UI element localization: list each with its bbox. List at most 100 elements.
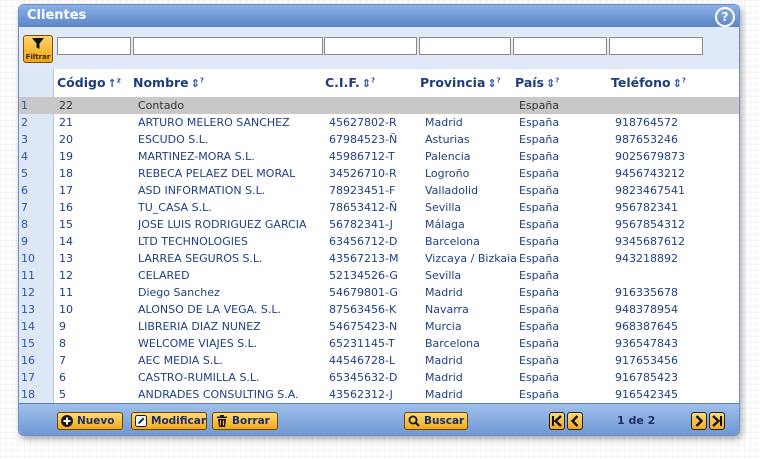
cell-codigo: 5 [59, 388, 66, 401]
cell-pais: España [519, 388, 560, 401]
first-page-button[interactable] [549, 412, 565, 430]
column-header-codigo[interactable]: Código ↑z [57, 75, 121, 90]
cell-cif: 65345632-D [329, 371, 398, 384]
cell-telefono: 9567854312 [615, 218, 685, 231]
cell-telefono: 9823467541 [615, 184, 685, 197]
table-row[interactable]: 5 18 REBECA PELAEZ DEL MORAL 34526710-R Logr… [19, 165, 739, 182]
buscar-button-label: Buscar [424, 415, 465, 427]
cell-codigo: 14 [59, 235, 73, 248]
row-number: 12 [21, 286, 35, 299]
column-header-provincia-label: Provincia [420, 75, 486, 90]
column-header-cif[interactable]: C.I.F. ⇕? [325, 75, 375, 90]
table-row[interactable]: 16 7 AEC MEDIA S.L. 44546728-L Madrid España 9… [19, 352, 739, 369]
cell-codigo: 13 [59, 252, 73, 265]
cell-nombre: ASD INFORMATION S.L. [138, 184, 266, 197]
cell-codigo: 15 [59, 218, 73, 231]
row-number: 16 [21, 354, 35, 367]
cell-telefono: 968387645 [615, 320, 678, 333]
borrar-button[interactable]: Borrar [212, 412, 278, 430]
table-row[interactable]: 2 21 ARTURO MELERO SANCHEZ 45627802-R Madrid… [19, 114, 739, 131]
cell-provincia: Málaga [425, 218, 465, 231]
cell-nombre: WELCOME VIAJES S.L. [138, 337, 258, 350]
cell-pais: España [519, 371, 560, 384]
table-row[interactable]: 12 11 Diego Sanchez 54679801-G Madrid España 9… [19, 284, 739, 301]
row-number: 15 [21, 337, 35, 350]
cell-pais: España [519, 337, 560, 350]
cell-provincia: Madrid [425, 388, 463, 401]
filter-codigo-input[interactable] [57, 37, 131, 55]
sort-toggle-icon[interactable]: ⇕? [673, 76, 686, 90]
table-row[interactable]: 14 9 LIBRERIA DIAZ NUNEZ 54675423-N Murcia Es… [19, 318, 739, 335]
cell-provincia: Barcelona [425, 235, 480, 248]
table-row[interactable]: 7 16 TU_CASA S.L. 78653412-Ñ Sevilla España 95… [19, 199, 739, 216]
cell-provincia: Madrid [425, 286, 463, 299]
cell-cif: 87563456-K [329, 303, 397, 316]
sort-ascending-icon[interactable]: ↑z [108, 76, 121, 90]
filter-button[interactable]: Filtrar [23, 35, 53, 63]
row-number: 10 [21, 252, 35, 265]
cell-pais: España [519, 303, 560, 316]
column-header-provincia[interactable]: Provincia ⇕? [420, 75, 501, 90]
cell-provincia: Murcia [425, 320, 462, 333]
column-header-telefono[interactable]: Teléfono ⇕? [611, 75, 686, 90]
cell-cif: 63456712-D [329, 235, 398, 248]
next-page-icon [695, 415, 704, 427]
column-header-nombre[interactable]: Nombre ⇕? [133, 75, 204, 90]
clientes-window: Clientes ? Filtrar Código ↑z Nombre ⇕? C.I… [18, 4, 740, 436]
table-row[interactable]: 8 15 JOSE LUIS RODRIGUEZ GARCIA 56782341-J M… [19, 216, 739, 233]
cell-telefono: 918764572 [615, 116, 678, 129]
cell-nombre: MARTINEZ-MORA S.L. [138, 150, 255, 163]
sort-toggle-icon[interactable]: ⇕? [191, 76, 204, 90]
table-row[interactable]: 1 22 Contado España [19, 97, 739, 114]
row-number: 3 [21, 133, 28, 146]
filter-provincia-input[interactable] [419, 37, 511, 55]
cell-provincia: Madrid [425, 371, 463, 384]
table-row[interactable]: 15 8 WELCOME VIAJES S.L. 65231145-T Barcelon… [19, 335, 739, 352]
row-number: 4 [21, 150, 28, 163]
funnel-icon [32, 38, 44, 49]
table-row[interactable]: 4 19 MARTINEZ-MORA S.L. 45986712-T Palencia E… [19, 148, 739, 165]
cell-pais: España [519, 133, 560, 146]
sort-toggle-icon[interactable]: ⇕? [487, 76, 500, 90]
modificar-button[interactable]: Modificar [131, 412, 207, 430]
table-row[interactable]: 9 14 LTD TECHNOLOGIES 63456712-D Barcelona Es… [19, 233, 739, 250]
column-header-pais[interactable]: País ⇕? [515, 75, 559, 90]
window-title: Clientes [27, 8, 87, 23]
table-row[interactable]: 18 5 ANDRADES CONSULTING S.A. 43562312-J Mad… [19, 386, 739, 403]
cell-cif: 54679801-G [329, 286, 398, 299]
cell-nombre: Diego Sanchez [138, 286, 220, 299]
table-row[interactable]: 13 10 ALONSO DE LA VEGA. S.L. 87563456-K Nav… [19, 301, 739, 318]
filter-cif-input[interactable] [324, 37, 417, 55]
modificar-button-label: Modificar [151, 415, 207, 427]
cell-cif: 54675423-N [329, 320, 398, 333]
cell-codigo: 21 [59, 116, 73, 129]
filter-telefono-input[interactable] [609, 37, 703, 55]
cell-cif: 78653412-Ñ [329, 201, 398, 214]
sort-toggle-icon[interactable]: ⇕? [362, 76, 375, 90]
next-page-button[interactable] [691, 412, 707, 430]
row-number: 13 [21, 303, 35, 316]
last-page-button[interactable] [709, 412, 725, 430]
filter-nombre-input[interactable] [133, 37, 323, 55]
cell-cif: 67984523-Ñ [329, 133, 398, 146]
previous-page-button[interactable] [567, 412, 583, 430]
cell-telefono: 916542345 [615, 388, 678, 401]
table-row[interactable]: 11 12 CELARED 52134526-G Sevilla España [19, 267, 739, 284]
cell-cif: 52134526-G [329, 269, 398, 282]
buscar-button[interactable]: Buscar [404, 412, 468, 430]
table-row[interactable]: 17 6 CASTRO-RUMILLA S.L. 65345632-D Madrid Es… [19, 369, 739, 386]
cell-pais: España [519, 218, 560, 231]
filter-pais-input[interactable] [513, 37, 607, 55]
table-row[interactable]: 3 20 ESCUDO S.L. 67984523-Ñ Asturias España 98… [19, 131, 739, 148]
table-row[interactable]: 6 17 ASD INFORMATION S.L. 78923451-F Vallado… [19, 182, 739, 199]
cell-nombre: LIBRERIA DIAZ NUNEZ [138, 320, 261, 333]
cell-pais: España [519, 286, 560, 299]
cell-telefono: 943218892 [615, 252, 678, 265]
sort-toggle-icon[interactable]: ⇕? [546, 76, 559, 90]
help-icon[interactable]: ? [715, 7, 735, 27]
table-row[interactable]: 10 13 LARREA SEGUROS S.L. 43567213-M Vizcaya… [19, 250, 739, 267]
cell-provincia: Valladolid [425, 184, 479, 197]
cell-pais: España [519, 269, 560, 282]
nuevo-button[interactable]: Nuevo [57, 412, 123, 430]
row-number: 11 [21, 269, 35, 282]
